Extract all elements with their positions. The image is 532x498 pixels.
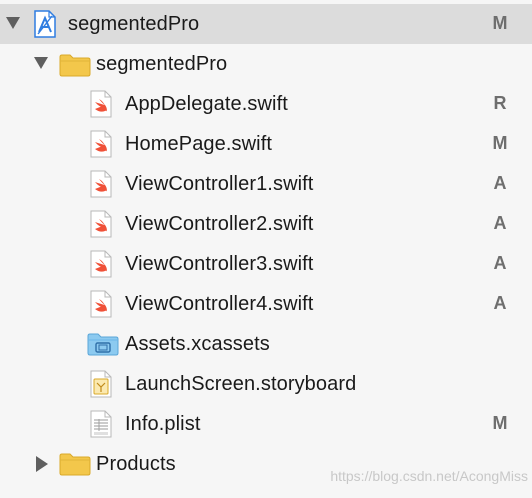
asset-catalog-folder-icon xyxy=(87,332,119,361)
watermark-text: https://blog.csdn.net/AcongMiss xyxy=(330,468,528,484)
scm-status-badge: M xyxy=(492,413,508,433)
scm-status-badge: A xyxy=(493,173,507,193)
swift-file-icon xyxy=(90,90,112,123)
file-row-assets[interactable]: Assets.xcassets xyxy=(0,324,532,364)
scm-status-badge: A xyxy=(493,253,507,273)
plist-file-icon xyxy=(90,410,112,443)
file-name-label: ViewController4.swift xyxy=(125,293,314,315)
file-row-viewcontroller2[interactable]: ViewController2.swift A xyxy=(0,204,532,244)
file-name-label: ViewController3.swift xyxy=(125,253,314,275)
scm-status-badge: A xyxy=(493,213,507,233)
group-name-label: Products xyxy=(96,453,176,475)
scm-status-badge: M xyxy=(492,13,508,33)
file-name-label: HomePage.swift xyxy=(125,133,273,155)
scm-status-badge: M xyxy=(492,133,508,153)
file-name-label: AppDelegate.swift xyxy=(125,93,288,115)
file-name-label: Assets.xcassets xyxy=(125,333,270,355)
xcode-project-icon xyxy=(34,10,56,43)
disclosure-triangle-expanded[interactable] xyxy=(34,57,48,69)
file-name-label: ViewController1.swift xyxy=(125,173,314,195)
swift-file-icon xyxy=(90,130,112,163)
project-row-segmentedpro[interactable]: segmentedPro M xyxy=(0,4,532,44)
file-row-viewcontroller1[interactable]: ViewController1.swift A xyxy=(0,164,532,204)
disclosure-triangle-expanded[interactable] xyxy=(6,17,20,29)
storyboard-file-icon xyxy=(90,370,112,403)
file-name-label: LaunchScreen.storyboard xyxy=(125,373,357,395)
swift-file-icon xyxy=(90,170,112,203)
group-row-segmentedpro[interactable]: segmentedPro xyxy=(0,44,532,84)
folder-icon xyxy=(59,452,91,481)
file-row-viewcontroller4[interactable]: ViewController4.swift A xyxy=(0,284,532,324)
disclosure-triangle-collapsed[interactable] xyxy=(36,456,48,472)
swift-file-icon xyxy=(90,250,112,283)
file-name-label: Info.plist xyxy=(125,413,201,435)
project-navigator: segmentedPro M segmentedPro AppDelegate.… xyxy=(0,0,532,498)
swift-file-icon xyxy=(90,210,112,243)
file-row-appdelegate[interactable]: AppDelegate.swift R xyxy=(0,84,532,124)
swift-file-icon xyxy=(90,290,112,323)
scm-status-badge: A xyxy=(493,293,507,313)
file-row-infoplist[interactable]: Info.plist M xyxy=(0,404,532,444)
file-row-launchscreen[interactable]: LaunchScreen.storyboard xyxy=(0,364,532,404)
file-row-viewcontroller3[interactable]: ViewController3.swift A xyxy=(0,244,532,284)
group-name-label: segmentedPro xyxy=(96,53,228,75)
file-row-homepage[interactable]: HomePage.swift M xyxy=(0,124,532,164)
file-name-label: ViewController2.swift xyxy=(125,213,314,235)
scm-status-badge: R xyxy=(493,93,507,113)
project-name-label: segmentedPro xyxy=(68,13,200,35)
folder-icon xyxy=(59,53,91,82)
